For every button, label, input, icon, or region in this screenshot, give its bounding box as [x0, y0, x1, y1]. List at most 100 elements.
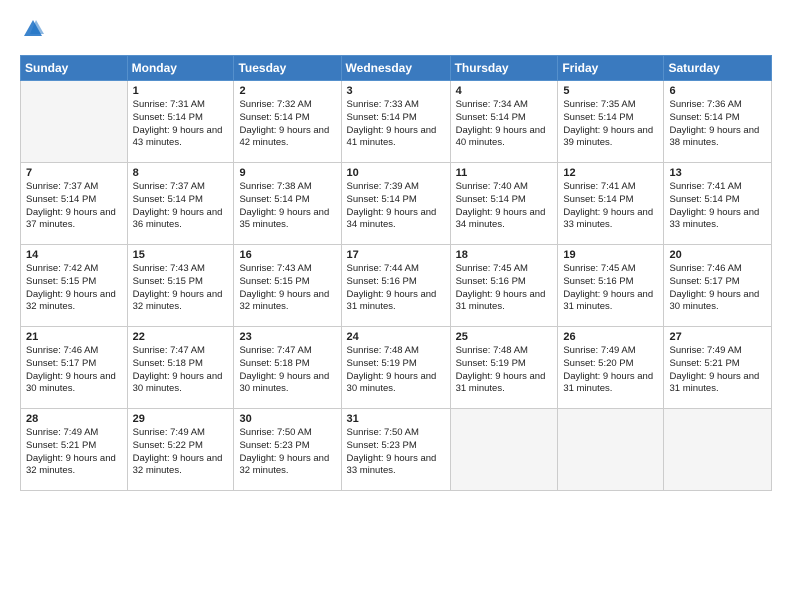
weekday-header: Tuesday	[234, 56, 341, 81]
cell-info: Sunrise: 7:34 AMSunset: 5:14 PMDaylight:…	[456, 99, 546, 148]
day-number: 17	[347, 249, 445, 261]
cell-info: Sunrise: 7:37 AMSunset: 5:14 PMDaylight:…	[26, 181, 116, 230]
day-number: 25	[456, 331, 553, 343]
cell-info: Sunrise: 7:45 AMSunset: 5:16 PMDaylight:…	[456, 263, 546, 312]
calendar-cell: 31 Sunrise: 7:50 AMSunset: 5:23 PMDaylig…	[341, 409, 450, 491]
day-number: 16	[239, 249, 335, 261]
weekday-header: Friday	[558, 56, 664, 81]
calendar-cell: 10 Sunrise: 7:39 AMSunset: 5:14 PMDaylig…	[341, 163, 450, 245]
calendar-cell: 3 Sunrise: 7:33 AMSunset: 5:14 PMDayligh…	[341, 81, 450, 163]
calendar-cell: 19 Sunrise: 7:45 AMSunset: 5:16 PMDaylig…	[558, 245, 664, 327]
day-number: 15	[133, 249, 229, 261]
calendar-cell: 6 Sunrise: 7:36 AMSunset: 5:14 PMDayligh…	[664, 81, 772, 163]
day-number: 12	[563, 167, 658, 179]
calendar-cell: 26 Sunrise: 7:49 AMSunset: 5:20 PMDaylig…	[558, 327, 664, 409]
day-number: 30	[239, 413, 335, 425]
calendar-cell	[450, 409, 558, 491]
cell-info: Sunrise: 7:40 AMSunset: 5:14 PMDaylight:…	[456, 181, 546, 230]
day-number: 7	[26, 167, 122, 179]
page: SundayMondayTuesdayWednesdayThursdayFrid…	[0, 0, 792, 612]
calendar-week-row: 21 Sunrise: 7:46 AMSunset: 5:17 PMDaylig…	[21, 327, 772, 409]
calendar-cell: 14 Sunrise: 7:42 AMSunset: 5:15 PMDaylig…	[21, 245, 128, 327]
calendar-cell: 13 Sunrise: 7:41 AMSunset: 5:14 PMDaylig…	[664, 163, 772, 245]
cell-info: Sunrise: 7:46 AMSunset: 5:17 PMDaylight:…	[669, 263, 759, 312]
cell-info: Sunrise: 7:43 AMSunset: 5:15 PMDaylight:…	[133, 263, 223, 312]
cell-info: Sunrise: 7:37 AMSunset: 5:14 PMDaylight:…	[133, 181, 223, 230]
cell-info: Sunrise: 7:33 AMSunset: 5:14 PMDaylight:…	[347, 99, 437, 148]
cell-info: Sunrise: 7:44 AMSunset: 5:16 PMDaylight:…	[347, 263, 437, 312]
day-number: 28	[26, 413, 122, 425]
day-number: 27	[669, 331, 766, 343]
day-number: 4	[456, 85, 553, 97]
day-number: 31	[347, 413, 445, 425]
calendar-cell	[558, 409, 664, 491]
calendar-cell: 5 Sunrise: 7:35 AMSunset: 5:14 PMDayligh…	[558, 81, 664, 163]
weekday-header: Sunday	[21, 56, 128, 81]
cell-info: Sunrise: 7:41 AMSunset: 5:14 PMDaylight:…	[669, 181, 759, 230]
day-number: 23	[239, 331, 335, 343]
cell-info: Sunrise: 7:48 AMSunset: 5:19 PMDaylight:…	[456, 345, 546, 394]
calendar-cell: 20 Sunrise: 7:46 AMSunset: 5:17 PMDaylig…	[664, 245, 772, 327]
calendar-cell: 11 Sunrise: 7:40 AMSunset: 5:14 PMDaylig…	[450, 163, 558, 245]
cell-info: Sunrise: 7:49 AMSunset: 5:21 PMDaylight:…	[669, 345, 759, 394]
day-number: 26	[563, 331, 658, 343]
calendar-cell: 22 Sunrise: 7:47 AMSunset: 5:18 PMDaylig…	[127, 327, 234, 409]
day-number: 1	[133, 85, 229, 97]
cell-info: Sunrise: 7:36 AMSunset: 5:14 PMDaylight:…	[669, 99, 759, 148]
calendar-cell: 15 Sunrise: 7:43 AMSunset: 5:15 PMDaylig…	[127, 245, 234, 327]
weekday-header-row: SundayMondayTuesdayWednesdayThursdayFrid…	[21, 56, 772, 81]
day-number: 22	[133, 331, 229, 343]
day-number: 13	[669, 167, 766, 179]
cell-info: Sunrise: 7:43 AMSunset: 5:15 PMDaylight:…	[239, 263, 329, 312]
calendar-cell	[664, 409, 772, 491]
calendar-cell: 1 Sunrise: 7:31 AMSunset: 5:14 PMDayligh…	[127, 81, 234, 163]
calendar-week-row: 28 Sunrise: 7:49 AMSunset: 5:21 PMDaylig…	[21, 409, 772, 491]
cell-info: Sunrise: 7:35 AMSunset: 5:14 PMDaylight:…	[563, 99, 653, 148]
cell-info: Sunrise: 7:46 AMSunset: 5:17 PMDaylight:…	[26, 345, 116, 394]
day-number: 3	[347, 85, 445, 97]
cell-info: Sunrise: 7:41 AMSunset: 5:14 PMDaylight:…	[563, 181, 653, 230]
day-number: 2	[239, 85, 335, 97]
calendar-cell: 12 Sunrise: 7:41 AMSunset: 5:14 PMDaylig…	[558, 163, 664, 245]
calendar-cell: 17 Sunrise: 7:44 AMSunset: 5:16 PMDaylig…	[341, 245, 450, 327]
day-number: 8	[133, 167, 229, 179]
cell-info: Sunrise: 7:47 AMSunset: 5:18 PMDaylight:…	[239, 345, 329, 394]
cell-info: Sunrise: 7:49 AMSunset: 5:22 PMDaylight:…	[133, 427, 223, 476]
weekday-header: Saturday	[664, 56, 772, 81]
calendar-cell: 24 Sunrise: 7:48 AMSunset: 5:19 PMDaylig…	[341, 327, 450, 409]
day-number: 29	[133, 413, 229, 425]
calendar-cell: 16 Sunrise: 7:43 AMSunset: 5:15 PMDaylig…	[234, 245, 341, 327]
calendar-cell: 21 Sunrise: 7:46 AMSunset: 5:17 PMDaylig…	[21, 327, 128, 409]
calendar-week-row: 1 Sunrise: 7:31 AMSunset: 5:14 PMDayligh…	[21, 81, 772, 163]
cell-info: Sunrise: 7:47 AMSunset: 5:18 PMDaylight:…	[133, 345, 223, 394]
calendar-cell: 28 Sunrise: 7:49 AMSunset: 5:21 PMDaylig…	[21, 409, 128, 491]
day-number: 20	[669, 249, 766, 261]
calendar-week-row: 7 Sunrise: 7:37 AMSunset: 5:14 PMDayligh…	[21, 163, 772, 245]
cell-info: Sunrise: 7:32 AMSunset: 5:14 PMDaylight:…	[239, 99, 329, 148]
cell-info: Sunrise: 7:50 AMSunset: 5:23 PMDaylight:…	[239, 427, 329, 476]
calendar-cell: 29 Sunrise: 7:49 AMSunset: 5:22 PMDaylig…	[127, 409, 234, 491]
cell-info: Sunrise: 7:49 AMSunset: 5:20 PMDaylight:…	[563, 345, 653, 394]
calendar-cell	[21, 81, 128, 163]
calendar-cell: 25 Sunrise: 7:48 AMSunset: 5:19 PMDaylig…	[450, 327, 558, 409]
cell-info: Sunrise: 7:48 AMSunset: 5:19 PMDaylight:…	[347, 345, 437, 394]
cell-info: Sunrise: 7:39 AMSunset: 5:14 PMDaylight:…	[347, 181, 437, 230]
day-number: 5	[563, 85, 658, 97]
day-number: 9	[239, 167, 335, 179]
day-number: 19	[563, 249, 658, 261]
logo-icon	[22, 18, 44, 40]
day-number: 21	[26, 331, 122, 343]
calendar-cell: 2 Sunrise: 7:32 AMSunset: 5:14 PMDayligh…	[234, 81, 341, 163]
calendar-cell: 27 Sunrise: 7:49 AMSunset: 5:21 PMDaylig…	[664, 327, 772, 409]
calendar-cell: 9 Sunrise: 7:38 AMSunset: 5:14 PMDayligh…	[234, 163, 341, 245]
cell-info: Sunrise: 7:42 AMSunset: 5:15 PMDaylight:…	[26, 263, 116, 312]
weekday-header: Monday	[127, 56, 234, 81]
day-number: 18	[456, 249, 553, 261]
calendar-cell: 8 Sunrise: 7:37 AMSunset: 5:14 PMDayligh…	[127, 163, 234, 245]
day-number: 14	[26, 249, 122, 261]
header	[20, 18, 772, 45]
weekday-header: Wednesday	[341, 56, 450, 81]
calendar-cell: 23 Sunrise: 7:47 AMSunset: 5:18 PMDaylig…	[234, 327, 341, 409]
cell-info: Sunrise: 7:45 AMSunset: 5:16 PMDaylight:…	[563, 263, 653, 312]
weekday-header: Thursday	[450, 56, 558, 81]
